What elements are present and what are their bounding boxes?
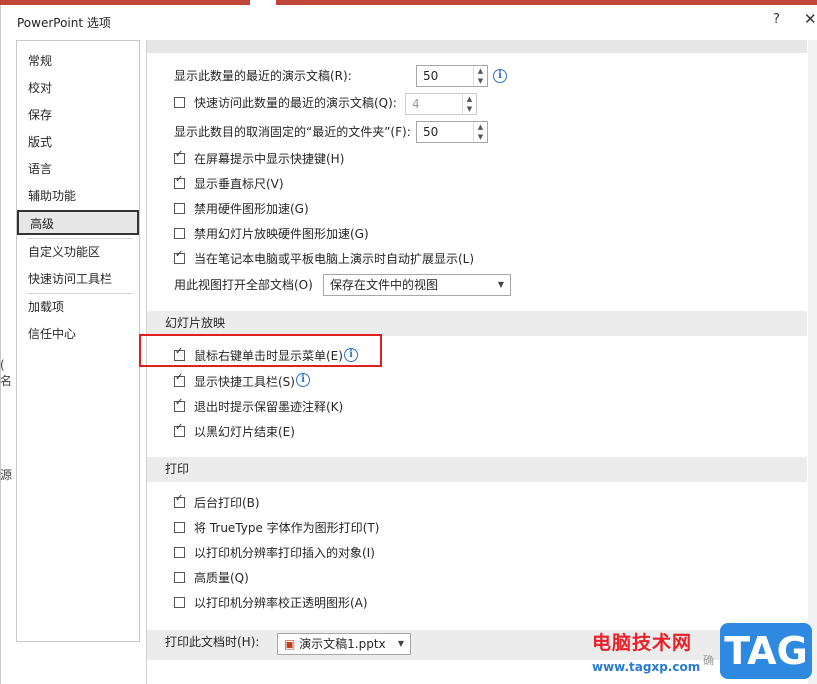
truetype-label: 将 TrueType 字体作为图形打印(T) xyxy=(194,521,380,535)
keep-ink-checkbox[interactable] xyxy=(174,397,185,412)
when-printing-value: 演示文稿1.pptx xyxy=(299,637,386,651)
when-printing-select[interactable]: ▣ 演示文稿1.pptx ▼ xyxy=(277,633,411,655)
spinner-arrows-icon[interactable]: ▲ ▼ xyxy=(473,66,487,86)
when-printing-label: 打印此文档时(H): xyxy=(165,635,260,649)
keep-ink-label: 退出时提示保留墨迹注释(K) xyxy=(194,400,344,414)
transparent-checkbox[interactable] xyxy=(174,597,185,608)
nav-item-customize-ribbon[interactable]: 自定义功能区 xyxy=(17,240,139,265)
recent-folders-spinner[interactable]: 50 ▲ ▼ xyxy=(416,121,488,143)
watermark-site-name: 电脑技术网 xyxy=(592,632,693,654)
disable-slideshow-hw-accel-checkbox[interactable] xyxy=(174,228,185,239)
truetype-checkbox[interactable] xyxy=(174,522,185,533)
shortcut-keys-label: 在屏幕提示中显示快捷键(H) xyxy=(194,152,345,166)
vertical-scrollbar[interactable] xyxy=(808,40,817,684)
auto-extend-checkbox[interactable] xyxy=(174,249,185,264)
disable-hw-accel-checkbox[interactable] xyxy=(174,203,185,214)
nav-separator xyxy=(27,293,133,294)
nav-item-proofing[interactable]: 校对 xyxy=(17,76,139,101)
nav-item-save[interactable]: 保存 xyxy=(17,103,139,128)
open-view-select[interactable]: 保存在文件中的视图 ▼ xyxy=(323,274,511,296)
nav-item-add-ins[interactable]: 加载项 xyxy=(17,295,139,320)
pptx-file-icon: ▣ xyxy=(284,637,296,651)
category-nav: 常规 校对 保存 版式 语言 辅助功能 高级 自定义功能区 快速访问工具栏 加载… xyxy=(16,40,140,642)
nav-item-advanced[interactable]: 高级 xyxy=(17,210,139,235)
popup-toolbar-checkbox[interactable] xyxy=(174,372,185,387)
recent-docs-spinner[interactable]: 50 ▲ ▼ xyxy=(416,65,488,87)
background-fragment: 名 xyxy=(0,374,13,388)
close-button[interactable]: ✕ xyxy=(804,10,817,28)
recent-folders-label: 显示此数目的取消固定的“最近的文件夹”(F): xyxy=(174,125,411,139)
recent-docs-value: 50 xyxy=(423,69,439,83)
dialog-title: PowerPoint 选项 xyxy=(17,16,111,30)
watermark-badge: TAG xyxy=(720,623,812,679)
section-header-print: 打印 xyxy=(147,457,807,482)
open-view-value: 保存在文件中的视图 xyxy=(330,278,439,292)
nav-item-general[interactable]: 常规 xyxy=(17,49,139,74)
watermark-url: www.tagxp.com xyxy=(592,660,701,674)
info-icon[interactable]: i xyxy=(296,373,310,387)
vertical-ruler-label: 显示垂直标尺(V) xyxy=(194,177,284,191)
popup-toolbar-label: 显示快捷工具栏(S) xyxy=(194,375,295,389)
nav-item-language[interactable]: 语言 xyxy=(17,157,139,182)
recent-docs-label: 显示此数量的最近的演示文稿(R): xyxy=(174,69,352,83)
vertical-ruler-checkbox[interactable] xyxy=(174,174,185,189)
quick-access-value: 4 xyxy=(412,97,420,111)
quick-access-checkbox[interactable] xyxy=(174,97,185,108)
quick-access-spinner[interactable]: 4 ▲ ▼ xyxy=(405,93,477,115)
help-button[interactable]: ? xyxy=(773,12,780,27)
inserted-objects-checkbox[interactable] xyxy=(174,547,185,558)
section-header-slideshow: 幻灯片放映 xyxy=(147,311,807,336)
recent-folders-row: 显示此数目的取消固定的“最近的文件夹”(F): xyxy=(174,121,411,143)
background-print-checkbox[interactable] xyxy=(174,493,185,508)
end-black-checkbox[interactable] xyxy=(174,422,185,437)
nav-separator xyxy=(27,238,133,239)
quick-access-row: 快速访问此数量的最近的演示文稿(Q): xyxy=(194,92,397,114)
spinner-arrows-icon[interactable]: ▲ ▼ xyxy=(473,122,487,142)
partial-button-text: 确 xyxy=(703,654,714,667)
background-fragment: ( xyxy=(0,358,5,372)
quick-access-label: 快速访问此数量的最近的演示文稿(Q): xyxy=(194,96,397,110)
chevron-down-icon: ▼ xyxy=(497,280,504,289)
high-quality-checkbox[interactable] xyxy=(174,572,185,583)
chevron-down-icon: ▼ xyxy=(397,639,404,648)
transparent-label: 以打印机分辨率校正透明图形(A) xyxy=(194,596,368,610)
info-icon[interactable]: i xyxy=(493,69,507,83)
auto-extend-label: 当在笔记本电脑或平板电脑上演示时自动扩展显示(L) xyxy=(194,252,475,266)
disable-hw-accel-label: 禁用硬件图形加速(G) xyxy=(194,202,309,216)
nav-item-trust-center[interactable]: 信任中心 xyxy=(17,322,139,347)
background-fragment: 源 xyxy=(0,468,13,482)
end-black-label: 以黑幻灯片结束(E) xyxy=(194,425,295,439)
disable-slideshow-hw-accel-label: 禁用幻灯片放映硬件图形加速(G) xyxy=(194,227,369,241)
background-print-label: 后台打印(B) xyxy=(194,496,260,510)
open-view-label: 用此视图打开全部文档(O) xyxy=(174,278,313,292)
recent-folders-value: 50 xyxy=(423,125,439,139)
highlight-box xyxy=(139,334,382,367)
recent-docs-row: 显示此数量的最近的演示文稿(R): xyxy=(174,65,352,87)
spinner-arrows-icon[interactable]: ▲ ▼ xyxy=(462,94,476,114)
inserted-objects-label: 以打印机分辨率打印插入的对象(I) xyxy=(194,546,375,560)
shortcut-keys-checkbox[interactable] xyxy=(174,149,185,164)
section-header-display xyxy=(147,40,807,53)
nav-item-accessibility[interactable]: 辅助功能 xyxy=(17,184,139,209)
nav-item-quick-access-toolbar[interactable]: 快速访问工具栏 xyxy=(17,267,139,292)
nav-item-layout[interactable]: 版式 xyxy=(17,130,139,155)
high-quality-label: 高质量(Q) xyxy=(194,571,249,585)
